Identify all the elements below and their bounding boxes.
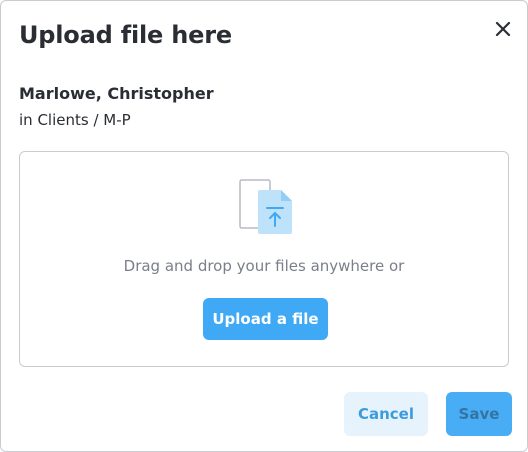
dialog-title: Upload file here: [19, 21, 232, 49]
save-button[interactable]: Save: [446, 392, 512, 436]
file-upload-icon: [239, 179, 292, 234]
upload-dialog: Upload file here Marlowe, Christopher in…: [0, 0, 528, 452]
file-dropzone[interactable]: Drag and drop your files anywhere or Upl…: [19, 151, 509, 367]
client-path: in Clients / M-P: [19, 111, 131, 129]
upload-file-button[interactable]: Upload a file: [203, 298, 328, 340]
dropzone-instruction: Drag and drop your files anywhere or: [123, 257, 405, 275]
close-icon: [495, 21, 511, 37]
close-button[interactable]: [491, 17, 515, 41]
client-name: Marlowe, Christopher: [19, 84, 214, 103]
cancel-button[interactable]: Cancel: [344, 392, 428, 436]
